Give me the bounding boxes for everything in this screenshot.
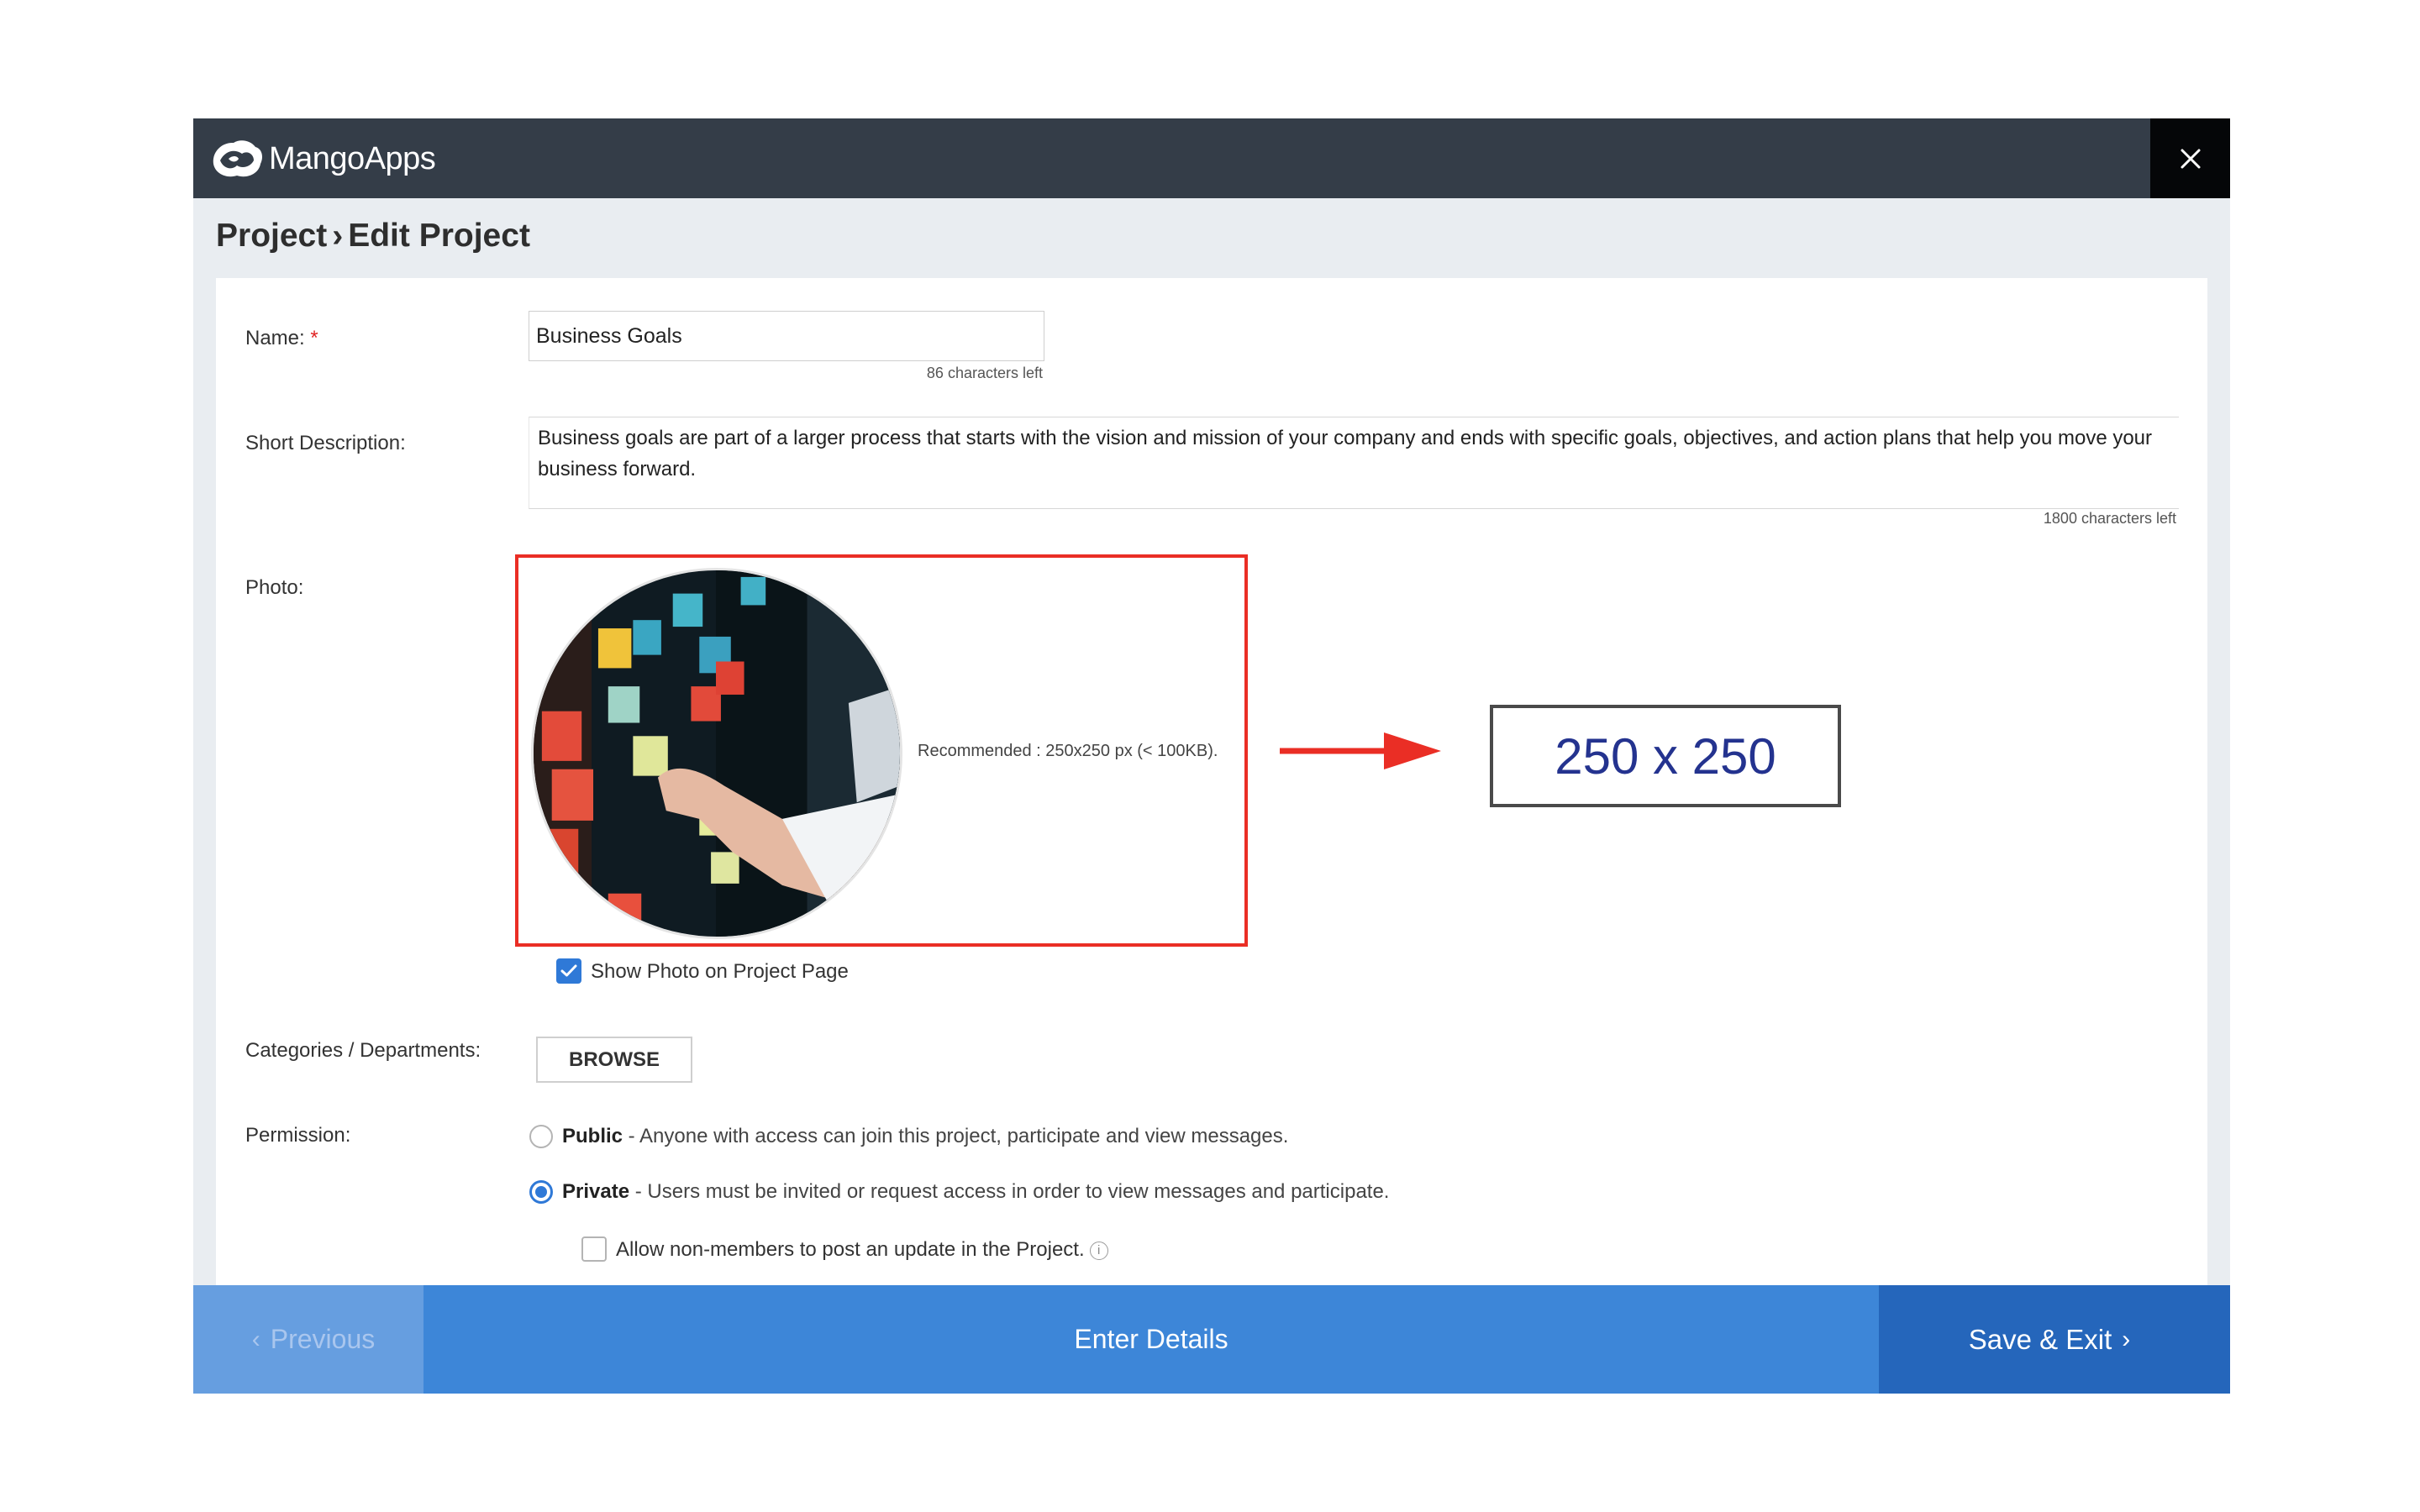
categories-label: Categories / Departments: xyxy=(245,1039,481,1062)
info-icon[interactable]: i xyxy=(1089,1241,1108,1260)
allow-non-members-option: Allow non-members to post an update in t… xyxy=(616,1238,1108,1262)
name-label: Name: * xyxy=(245,327,318,350)
private-title: Private xyxy=(562,1180,630,1203)
mango-logo-icon xyxy=(213,140,262,177)
name-char-counter: 86 characters left xyxy=(926,365,1043,381)
public-radio[interactable] xyxy=(529,1125,553,1148)
short-description-textarea[interactable]: Business goals are part of a larger proc… xyxy=(529,417,2179,509)
breadcrumb-separator: › xyxy=(332,218,344,254)
page-title: Project › Edit Project xyxy=(216,218,530,255)
breadcrumb-parent: Project xyxy=(216,218,328,254)
browse-button[interactable]: BROWSE xyxy=(536,1037,692,1083)
photo-label: Photo: xyxy=(245,576,304,599)
show-photo-label: Show Photo on Project Page xyxy=(591,960,849,983)
short-description-label: Short Description: xyxy=(245,432,406,454)
save-exit-button[interactable]: Save & Exit › xyxy=(1879,1285,2230,1394)
checkmark-icon xyxy=(560,964,577,977)
show-photo-checkbox[interactable] xyxy=(556,958,581,984)
edit-project-modal: MangoApps Project›Edit Project Name: * 8… xyxy=(193,118,2230,1404)
public-title: Public xyxy=(562,1125,623,1147)
mangoapps-logo: MangoApps xyxy=(208,135,436,182)
private-radio[interactable] xyxy=(529,1180,553,1204)
name-input[interactable] xyxy=(529,311,1044,361)
size-callout: 250 x 250 xyxy=(1490,705,1841,807)
chevron-right-icon: › xyxy=(2122,1325,2131,1353)
app-name: MangoApps xyxy=(269,140,436,176)
public-option: Public - Anyone with access can join thi… xyxy=(562,1125,1288,1148)
previous-button[interactable]: ‹ Previous xyxy=(193,1285,424,1394)
description-char-counter: 1800 characters left xyxy=(2043,510,2176,527)
name-label-text: Name: xyxy=(245,327,305,349)
top-bar: MangoApps xyxy=(193,118,2230,198)
required-mark: * xyxy=(310,327,318,349)
close-icon xyxy=(2181,149,2200,168)
chevron-left-icon: ‹ xyxy=(251,1325,260,1353)
allow-non-members-label: Allow non-members to post an update in t… xyxy=(616,1238,1085,1261)
previous-label: Previous xyxy=(270,1324,376,1354)
private-option: Private - Users must be invited or reque… xyxy=(562,1180,1389,1204)
allow-non-members-checkbox[interactable] xyxy=(581,1236,607,1262)
save-exit-label: Save & Exit xyxy=(1968,1323,2112,1355)
radio-selected-dot xyxy=(535,1186,547,1198)
breadcrumb-current: Edit Project xyxy=(348,218,530,254)
current-step: Enter Details xyxy=(1074,1324,1228,1354)
close-button[interactable] xyxy=(2150,118,2230,198)
photo-highlight-box xyxy=(515,554,1248,947)
footer-bar: ‹ Previous Enter Details Save & Exit › xyxy=(193,1285,2230,1394)
permission-label: Permission: xyxy=(245,1124,351,1147)
public-description: - Anyone with access can join this proje… xyxy=(623,1125,1289,1147)
private-description: - Users must be invited or request acces… xyxy=(629,1180,1390,1203)
form-card: Name: * 86 characters left Short Descrip… xyxy=(216,278,2207,1404)
arrow-right-icon xyxy=(1280,732,1441,769)
